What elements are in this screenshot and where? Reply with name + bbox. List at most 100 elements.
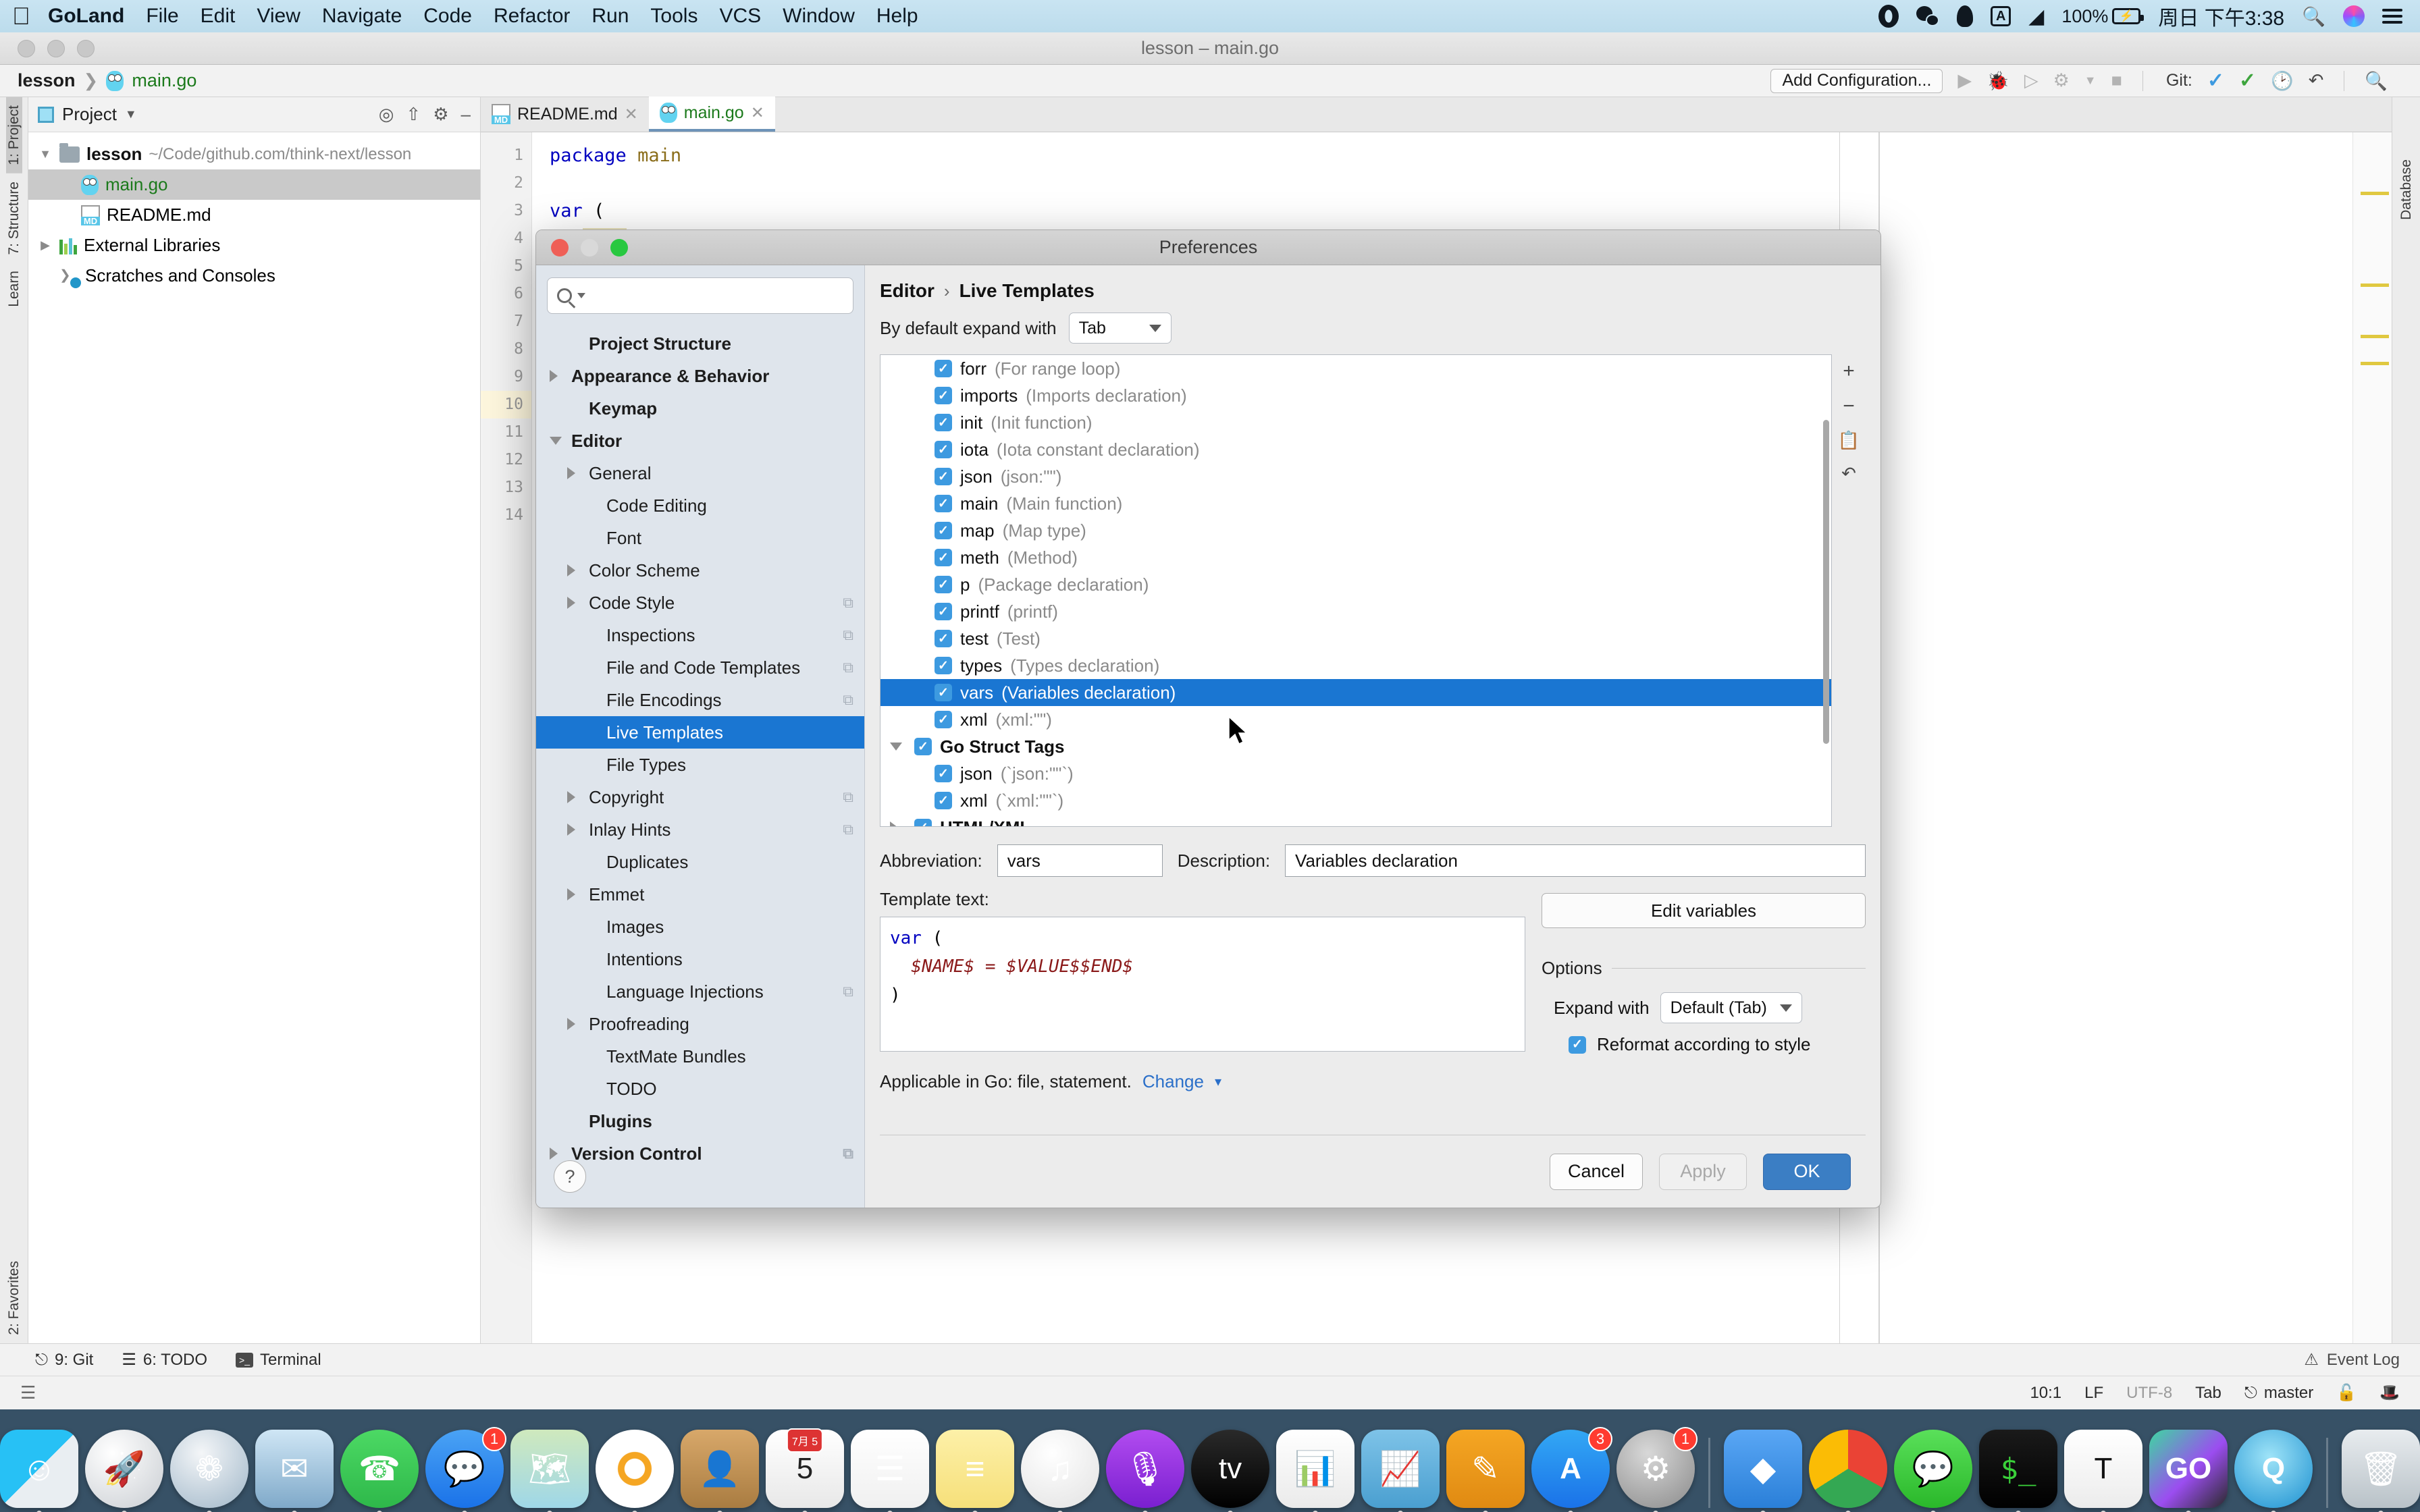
preferences-category-live-templates[interactable]: Live Templates: [536, 716, 864, 749]
sidebar-toggle-icon[interactable]: ☰: [20, 1382, 36, 1403]
description-input[interactable]: Variables declaration: [1285, 844, 1866, 877]
search-input[interactable]: [591, 286, 843, 306]
hide-panel-icon[interactable]: –: [461, 104, 471, 125]
marker-stripe[interactable]: [2361, 362, 2389, 365]
template-checkbox[interactable]: ✓: [914, 738, 932, 755]
preferences-category-keymap[interactable]: Keymap: [536, 392, 864, 425]
breadcrumb-project[interactable]: lesson: [18, 70, 76, 91]
marker-stripe[interactable]: [2361, 284, 2389, 287]
menu-vcs[interactable]: VCS: [719, 5, 761, 28]
marker-stripe[interactable]: [2361, 192, 2389, 195]
dock-icon-qq[interactable]: Q: [2234, 1430, 2313, 1508]
siri-icon[interactable]: [2343, 5, 2365, 27]
template-row[interactable]: ✓map(Map type): [880, 517, 1831, 544]
reformat-row[interactable]: ✓ Reformat according to style: [1542, 1034, 1866, 1055]
twisty-expanded-icon[interactable]: [550, 437, 564, 445]
templates-scrollbar[interactable]: [1823, 420, 1829, 744]
template-checkbox[interactable]: ✓: [935, 441, 952, 458]
add-configuration-button[interactable]: Add Configuration...: [1770, 69, 1943, 93]
dock-icon-numbers[interactable]: 📊: [1276, 1430, 1354, 1508]
project-panel-title[interactable]: Project: [62, 104, 117, 125]
dock-icon-contacts[interactable]: 👤: [681, 1430, 759, 1508]
template-row[interactable]: ✓types(Types declaration): [880, 652, 1831, 679]
git-rollback-icon[interactable]: ↶: [2309, 70, 2324, 91]
preferences-category-color-scheme[interactable]: Color Scheme: [536, 554, 864, 587]
run-icon[interactable]: ▶: [1957, 70, 1972, 91]
template-row[interactable]: ✓forr(For range loop): [880, 355, 1831, 382]
tool-button-terminal[interactable]: >_ Terminal: [236, 1351, 321, 1370]
menu-goland[interactable]: GoLand: [48, 5, 124, 28]
preferences-category-editor[interactable]: Editor: [536, 425, 864, 457]
menu-bar-clock[interactable]: 周日 下午3:38: [2158, 1, 2284, 31]
twisty-collapsed-icon[interactable]: [567, 888, 582, 900]
copy-settings-icon[interactable]: ⧉: [843, 821, 853, 838]
gear-icon[interactable]: ⚙: [433, 104, 448, 125]
sidebar-item-learn[interactable]: Learn: [6, 263, 22, 315]
twisty-collapsed-icon[interactable]: [567, 824, 582, 836]
dock-icon-mail[interactable]: ✉: [255, 1430, 334, 1508]
template-checkbox[interactable]: ✓: [935, 360, 952, 377]
wechat-status-icon[interactable]: [1916, 6, 1939, 26]
dock-icon-chrome[interactable]: [1809, 1430, 1887, 1508]
template-checkbox[interactable]: ✓: [935, 549, 952, 566]
hector-icon[interactable]: 🎩: [2379, 1383, 2400, 1403]
help-button[interactable]: ?: [554, 1160, 586, 1193]
tab-main-go[interactable]: main.go ✕: [649, 97, 775, 132]
template-checkbox[interactable]: ✓: [935, 495, 952, 512]
dock-icon-podcasts[interactable]: 🎙: [1106, 1430, 1184, 1508]
copy-settings-icon[interactable]: ⧉: [843, 788, 853, 806]
template-row[interactable]: ✓HTML/XML: [880, 814, 1831, 827]
close-icon[interactable]: ✕: [751, 103, 764, 123]
branch-widget[interactable]: ⎋ master: [2244, 1384, 2313, 1403]
duplicate-template-icon[interactable]: 📋: [1838, 430, 1860, 451]
revert-template-icon[interactable]: ↶: [1841, 463, 1856, 484]
preferences-search-field[interactable]: [547, 277, 853, 314]
editor-marker-gutter[interactable]: [2352, 132, 2392, 1343]
preferences-category-inspections[interactable]: Inspections⧉: [536, 619, 864, 651]
template-row[interactable]: ✓iota(Iota constant declaration): [880, 436, 1831, 463]
preferences-category-copyright[interactable]: Copyright⧉: [536, 781, 864, 813]
preferences-category-general[interactable]: General: [536, 457, 864, 489]
twisty-collapsed-icon[interactable]: [567, 791, 582, 803]
template-checkbox[interactable]: ✓: [935, 576, 952, 593]
remove-template-button[interactable]: −: [1843, 395, 1855, 418]
close-icon[interactable]: ✕: [625, 105, 638, 124]
tree-row-scratches[interactable]: ❯ Scratches and Consoles: [28, 261, 480, 291]
preferences-category-language-injections[interactable]: Language Injections⧉: [536, 975, 864, 1008]
template-row[interactable]: ✓printf(printf): [880, 598, 1831, 625]
copy-settings-icon[interactable]: ⧉: [843, 983, 853, 1000]
menu-file[interactable]: File: [146, 5, 178, 28]
indent-setting[interactable]: Tab: [2195, 1384, 2221, 1403]
template-text-editor[interactable]: var ( $NAME$ = $VALUE$$END$ ): [880, 917, 1525, 1052]
preferences-category-file-and-code-templates[interactable]: File and Code Templates⧉: [536, 651, 864, 684]
dock-icon-terminal[interactable]: $_: [1979, 1430, 2057, 1508]
live-templates-list[interactable]: ✓forr(For range loop)✓imports(Imports de…: [880, 354, 1832, 827]
stop-icon[interactable]: ■: [2111, 70, 2122, 91]
git-history-icon[interactable]: 🕑: [2271, 70, 2294, 92]
dock-icon-goland[interactable]: GO: [2149, 1430, 2228, 1508]
opera-status-icon[interactable]: [1878, 5, 1899, 28]
dock-icon-trash[interactable]: 🗑: [2342, 1430, 2420, 1508]
template-row[interactable]: ✓Go Struct Tags: [880, 733, 1831, 760]
default-expand-dropdown[interactable]: Tab: [1069, 313, 1172, 344]
chevron-down-icon[interactable]: ▼: [125, 107, 137, 122]
preferences-category-plugins[interactable]: Plugins: [536, 1105, 864, 1137]
twisty-collapsed-icon[interactable]: [550, 1148, 564, 1160]
sidebar-item-favorites[interactable]: 2: Favorites: [6, 1249, 22, 1343]
preferences-category-file-encodings[interactable]: File Encodings⧉: [536, 684, 864, 716]
preferences-category-textmate-bundles[interactable]: TextMate Bundles: [536, 1040, 864, 1073]
template-row[interactable]: ✓p(Package declaration): [880, 571, 1831, 598]
preferences-category-file-types[interactable]: File Types: [536, 749, 864, 781]
copy-settings-icon[interactable]: ⧉: [843, 1145, 853, 1162]
copy-settings-icon[interactable]: ⧉: [843, 659, 853, 676]
dock-icon-maps[interactable]: 🗺: [510, 1430, 589, 1508]
edit-variables-button[interactable]: Edit variables: [1542, 893, 1866, 928]
git-update-icon[interactable]: ✓: [2207, 69, 2224, 92]
dock-icon-facetime[interactable]: ☎: [340, 1430, 419, 1508]
template-row[interactable]: ✓main(Main function): [880, 490, 1831, 517]
chevron-down-icon[interactable]: ▾: [1215, 1073, 1221, 1090]
spotlight-search-icon[interactable]: 🔍: [2302, 5, 2325, 28]
preferences-category-emmet[interactable]: Emmet: [536, 878, 864, 911]
template-row[interactable]: ✓imports(Imports declaration): [880, 382, 1831, 409]
breadcrumb-file[interactable]: main.go: [132, 70, 196, 91]
